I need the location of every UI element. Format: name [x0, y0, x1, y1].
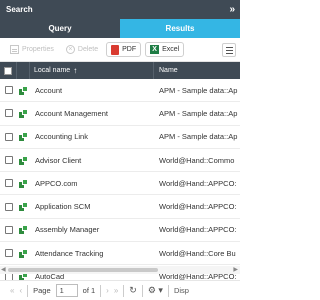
export-excel-button[interactable]: X Excel [145, 42, 185, 57]
cell-local-name: Application SCM [35, 202, 91, 212]
row-checkbox[interactable] [4, 132, 13, 141]
gear-icon[interactable]: ⚙ ▾ [148, 285, 163, 296]
cell-name: World@Hand::APPCO: [159, 202, 237, 212]
cell-name: World@Hand::Core Bu [159, 248, 236, 258]
properties-icon [10, 45, 19, 54]
properties-button[interactable]: Properties [6, 42, 58, 57]
select-all-checkbox[interactable] [4, 66, 12, 75]
cell-local-name: Assembly Manager [35, 225, 100, 235]
table-row[interactable]: Attendance Tracking World@Hand::Core Bu [0, 242, 240, 266]
select-all-cell [0, 62, 17, 79]
first-page-icon[interactable]: « [10, 286, 14, 295]
row-checkbox[interactable] [4, 202, 13, 211]
excel-icon: X [150, 45, 160, 54]
application-icon [19, 178, 28, 188]
table-row[interactable]: Advisor Client World@Hand::Commo [0, 148, 240, 173]
cell-name: World@Hand::APPCO: [159, 178, 237, 188]
cell-name: APM - Sample data::Ap [159, 85, 238, 95]
column-header-name[interactable]: Name [154, 62, 240, 79]
divider [100, 284, 102, 297]
table-row[interactable]: Account APM - Sample data::Ap [0, 79, 240, 103]
previous-page-icon[interactable]: ‹ [19, 286, 22, 295]
sort-ascending-icon: ↑ [73, 66, 78, 75]
row-checkbox[interactable] [4, 156, 13, 165]
delete-button[interactable]: × Delete [62, 42, 102, 57]
cell-local-name: Account [35, 85, 63, 95]
pagination-bar: « ‹ Page 1 of 1 › » ↻ ⚙ ▾ Disp [0, 280, 240, 300]
results-list: Account APM - Sample data::Ap Account Ma… [0, 79, 240, 289]
grid-header: Local name ↑ Name [0, 62, 240, 79]
table-row[interactable]: Assembly Manager World@Hand::APPCO: [0, 218, 240, 243]
row-checkbox[interactable] [4, 225, 13, 234]
row-checkbox[interactable] [4, 109, 13, 118]
next-page-icon[interactable]: › [106, 286, 109, 295]
tab-bar: Query Results [0, 19, 240, 38]
properties-label: Properties [22, 46, 54, 53]
last-page-icon[interactable]: » [114, 286, 118, 295]
icon-column-header [17, 62, 30, 79]
pdf-icon [111, 44, 120, 55]
pdf-label: PDF [122, 46, 137, 53]
scroll-right-icon[interactable]: ▶ [233, 266, 238, 274]
collapse-panel-icon[interactable]: » [229, 4, 234, 15]
scroll-left-icon[interactable]: ◀ [1, 266, 6, 274]
display-info-label: Disp [173, 286, 189, 295]
table-row[interactable]: Account Management APM - Sample data::Ap [0, 102, 240, 126]
page-label: Page [33, 286, 51, 295]
row-checkbox[interactable] [4, 179, 13, 188]
cell-local-name: Advisor Client [35, 155, 82, 165]
horizontal-scrollbar[interactable]: ◀ ▶ [0, 266, 240, 274]
application-icon [19, 108, 28, 118]
tab-results[interactable]: Results [120, 19, 240, 38]
page-count-label: of 1 [82, 286, 96, 295]
row-checkbox[interactable] [4, 86, 13, 95]
tab-query[interactable]: Query [0, 19, 120, 38]
delete-icon: × [65, 45, 75, 54]
cell-name: APM - Sample data::Ap [159, 108, 238, 118]
results-toolbar: Properties × Delete PDF X Excel [0, 38, 240, 62]
column-local-name-label: Local name [34, 67, 71, 74]
search-panel-header: Search » [0, 0, 240, 19]
divider [123, 284, 125, 297]
page-number-input[interactable]: 1 [55, 284, 78, 297]
application-icon [19, 132, 28, 142]
row-checkbox[interactable] [4, 249, 13, 258]
application-icon [19, 248, 28, 258]
table-row[interactable]: Application SCM World@Hand::APPCO: [0, 195, 240, 219]
application-icon [19, 155, 28, 165]
cell-name: World@Hand::APPCO: [159, 225, 237, 235]
divider [167, 284, 169, 297]
cell-name: APM - Sample data::Ap [159, 132, 238, 142]
divider [141, 284, 143, 297]
scrollbar-thumb[interactable] [8, 268, 158, 272]
cell-name: World@Hand::Commo [159, 155, 235, 165]
cell-local-name: APPCO.com [35, 178, 78, 188]
delete-label: Delete [77, 46, 99, 53]
application-icon [19, 202, 28, 212]
refresh-icon[interactable]: ↻ [129, 285, 137, 296]
column-header-local-name[interactable]: Local name ↑ [30, 62, 154, 79]
divider [27, 284, 29, 297]
cell-local-name: Accounting Link [35, 132, 88, 142]
table-row[interactable]: APPCO.com World@Hand::APPCO: [0, 172, 240, 196]
application-icon [19, 225, 28, 235]
export-pdf-button[interactable]: PDF [106, 42, 142, 57]
excel-label: Excel [162, 46, 180, 53]
application-icon [19, 85, 28, 95]
cell-local-name: Attendance Tracking [35, 248, 104, 258]
panel-title: Search [6, 5, 33, 14]
table-row[interactable]: Accounting Link APM - Sample data::Ap [0, 125, 240, 149]
hamburger-menu-icon[interactable] [222, 43, 236, 57]
cell-local-name: Account Management [35, 108, 108, 118]
